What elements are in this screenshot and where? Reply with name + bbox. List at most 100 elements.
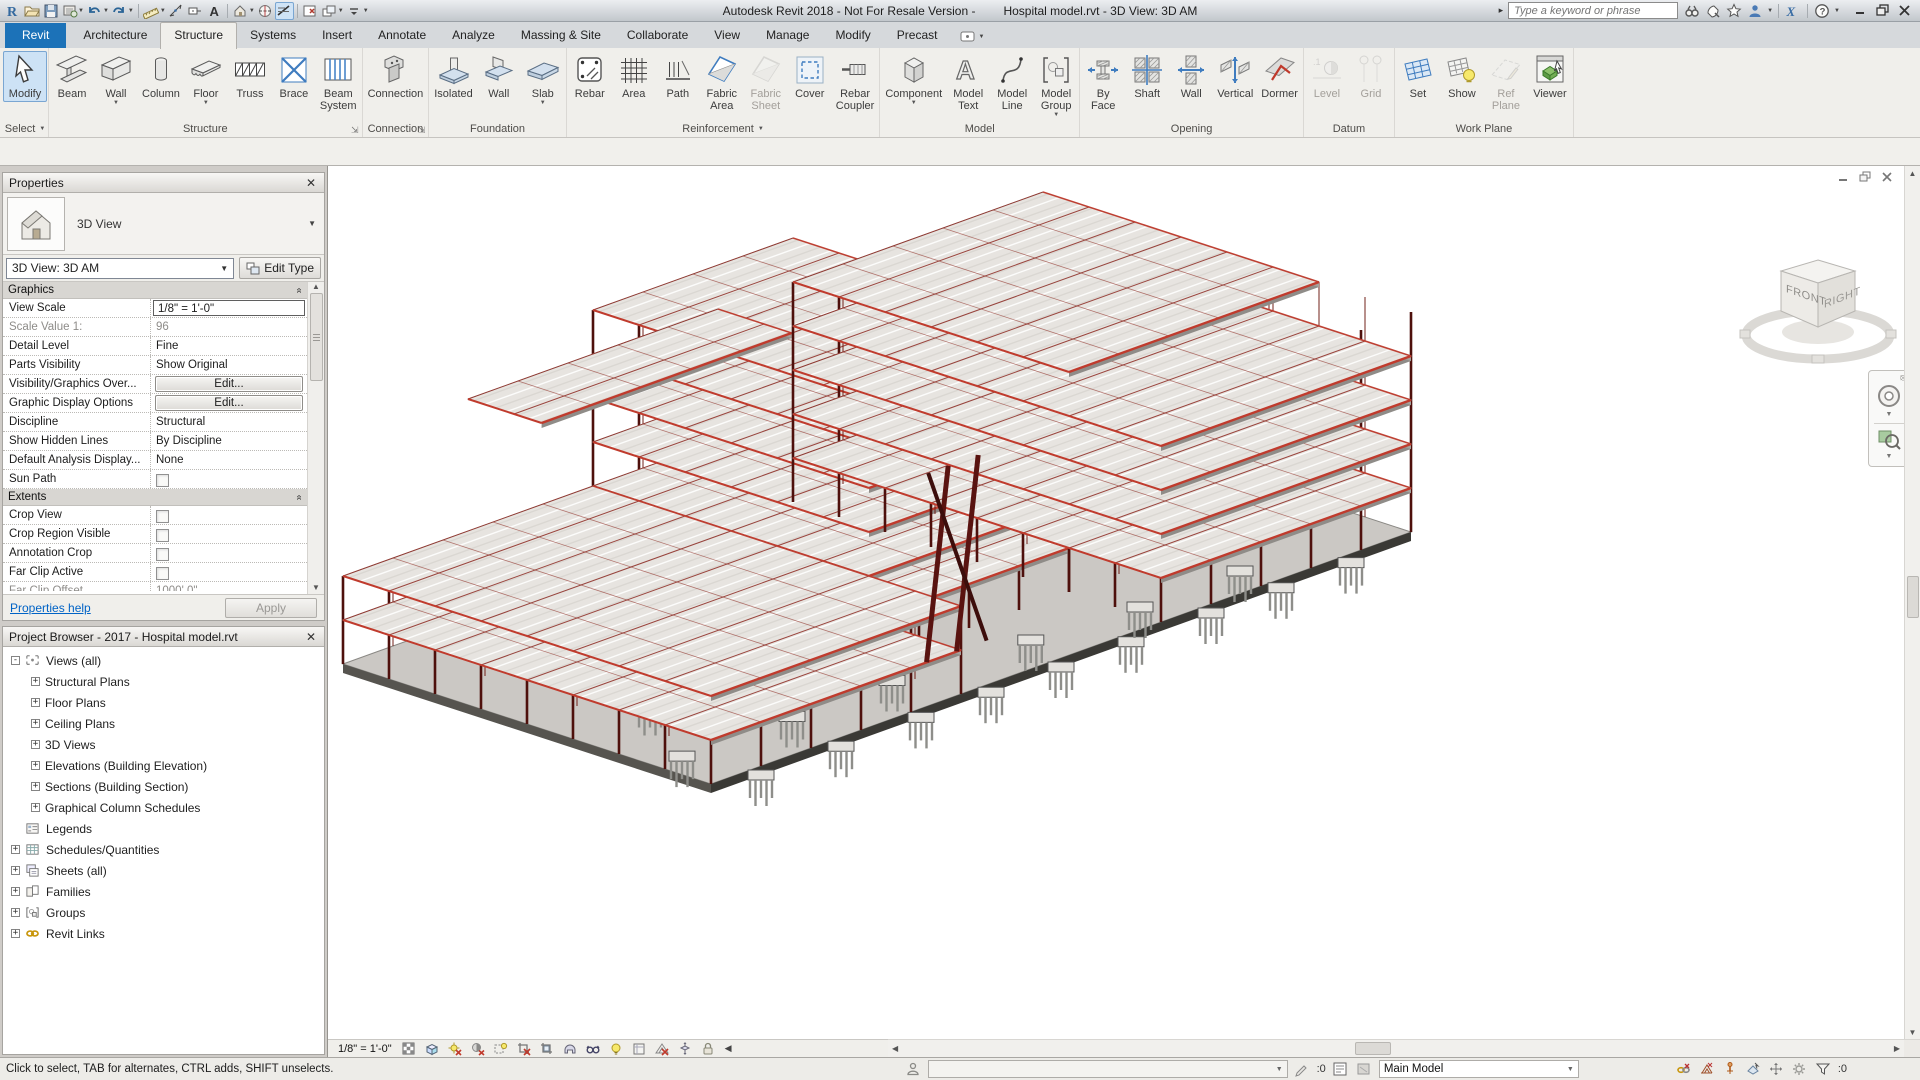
scrollbar-thumb[interactable]: [310, 293, 323, 381]
expand-toggle[interactable]: +: [31, 719, 40, 728]
cover-button[interactable]: Cover: [788, 51, 832, 102]
property-value[interactable]: Structural: [151, 413, 307, 431]
tree-item-revit-links[interactable]: +Revit Links: [3, 923, 324, 944]
expand-toggle[interactable]: +: [11, 929, 20, 938]
close-icon[interactable]: ✕: [304, 176, 318, 190]
floor-button[interactable]: Floor▼: [184, 51, 228, 109]
shadows-off-icon[interactable]: [467, 1040, 490, 1057]
customize-qat-icon[interactable]: [345, 2, 364, 20]
tree-item-structural-plans[interactable]: +Structural Plans: [3, 671, 324, 692]
open-file-icon[interactable]: [22, 2, 41, 20]
chevron-down-icon[interactable]: ▼: [128, 8, 134, 14]
column-button[interactable]: Column: [138, 51, 184, 102]
property-value[interactable]: By Discipline: [151, 432, 307, 450]
tree-item-ceiling-plans[interactable]: +Ceiling Plans: [3, 713, 324, 734]
edit-button[interactable]: Edit...: [155, 376, 303, 392]
view-cube[interactable]: FRONT RIGHT: [1732, 238, 1904, 370]
filter-icon[interactable]: [1814, 1061, 1833, 1078]
property-value[interactable]: None: [151, 451, 307, 469]
beam-system-button[interactable]: BeamSystem: [316, 51, 361, 114]
beam-button[interactable]: Beam: [50, 51, 94, 102]
properties-scrollbar[interactable]: ▲ ▼: [307, 282, 324, 594]
scroll-left-icon[interactable]: ◀: [888, 1044, 902, 1053]
select-underlay-toggle-icon[interactable]: [1698, 1061, 1717, 1078]
connection-button[interactable]: Connection: [364, 51, 428, 102]
dialog-launcher-icon[interactable]: ⇲: [351, 126, 359, 135]
expand-toggle[interactable]: +: [31, 740, 40, 749]
drawing-area[interactable]: FRONT RIGHT ⦻ ▼ ▼ ▲ ▼: [327, 166, 1920, 1057]
help-icon[interactable]: ?: [1813, 2, 1831, 20]
show-rendering-dialog-icon[interactable]: [559, 1040, 582, 1057]
brace-button[interactable]: Brace: [272, 51, 316, 102]
view-scale-button[interactable]: 1/8" = 1'-0": [333, 1043, 397, 1055]
exchange-apps-icon[interactable]: X: [1784, 2, 1802, 20]
default-3d-view-icon[interactable]: [231, 2, 250, 20]
sign-in-person-icon[interactable]: [1746, 2, 1764, 20]
measure-icon[interactable]: [142, 2, 161, 20]
viewer-button[interactable]: Viewer: [1528, 51, 1572, 102]
checkbox[interactable]: [156, 567, 169, 580]
drag-on-selection-toggle-icon[interactable]: [1767, 1061, 1786, 1078]
active-workset-dropdown[interactable]: ▼: [928, 1060, 1288, 1078]
expand-toggle[interactable]: +: [31, 677, 40, 686]
zoom-region-icon[interactable]: [1877, 427, 1901, 451]
panel-label[interactable]: Select▼: [3, 120, 47, 137]
close-hidden-windows-icon[interactable]: [301, 2, 320, 20]
horizontal-scrollbar[interactable]: ◀ ▶: [888, 1039, 1904, 1057]
tab-insert[interactable]: Insert: [309, 23, 365, 48]
tag-by-category-icon[interactable]: [186, 2, 205, 20]
text-icon[interactable]: A: [205, 2, 224, 20]
set-button[interactable]: Set: [1396, 51, 1440, 102]
scroll-right-icon[interactable]: ▶: [1890, 1044, 1904, 1053]
checkbox[interactable]: [156, 474, 169, 487]
tree-item-families[interactable]: +Families: [3, 881, 324, 902]
favorites-star-icon[interactable]: [1725, 2, 1743, 20]
crop-view-off-icon[interactable]: [513, 1040, 536, 1057]
steering-wheel-icon[interactable]: [1876, 383, 1902, 409]
rebar-button[interactable]: Rebar: [568, 51, 612, 102]
selection-settings-gear-icon[interactable]: [1790, 1061, 1809, 1078]
property-value[interactable]: Show Original: [151, 356, 307, 374]
section-header-graphics[interactable]: Graphics»: [3, 282, 307, 299]
tab-structure[interactable]: Structure: [160, 22, 237, 49]
active-only-icon[interactable]: [1355, 1061, 1374, 1078]
close-button[interactable]: [1895, 2, 1915, 20]
project-browser-header[interactable]: Project Browser - 2017 - Hospital model.…: [3, 627, 324, 647]
checkbox[interactable]: [156, 529, 169, 542]
component-button[interactable]: Component▼: [881, 51, 946, 109]
properties-header[interactable]: Properties ✕: [3, 173, 324, 193]
fabric-area-button[interactable]: FabricArea: [700, 51, 744, 114]
tree-item-elevations-building-elevation-[interactable]: +Elevations (Building Elevation): [3, 755, 324, 776]
expand-toggle[interactable]: +: [31, 782, 40, 791]
isolated-button[interactable]: Isolated: [430, 51, 477, 102]
tree-item-graphical-column-schedules[interactable]: +Graphical Column Schedules: [3, 797, 324, 818]
sun-settings-icon[interactable]: [490, 1040, 513, 1057]
checkbox[interactable]: [156, 548, 169, 561]
temporary-hide-isolate-icon[interactable]: [582, 1040, 605, 1057]
section-icon[interactable]: [256, 2, 275, 20]
reveal-hidden-elements-icon[interactable]: [605, 1040, 628, 1057]
rebar-coupler-button[interactable]: RebarCoupler: [832, 51, 879, 114]
editable-only-icon[interactable]: [1293, 1061, 1312, 1078]
visual-style-icon[interactable]: [421, 1040, 444, 1057]
wall-button[interactable]: Wall: [1169, 51, 1213, 102]
tree-item-views-all-[interactable]: -Views (all): [3, 650, 324, 671]
sync-with-central-icon[interactable]: [60, 2, 79, 20]
switch-windows-icon[interactable]: [320, 2, 339, 20]
scroll-down-icon[interactable]: ▼: [1909, 1025, 1917, 1039]
hide-analytical-model-icon[interactable]: [651, 1040, 674, 1057]
displacement-sets-icon[interactable]: [674, 1040, 697, 1057]
by-face-button[interactable]: ByFace: [1081, 51, 1125, 114]
tab-manage[interactable]: Manage: [753, 23, 822, 48]
scrollbar-thumb[interactable]: [1355, 1042, 1391, 1055]
detail-level-icon[interactable]: [398, 1040, 421, 1057]
view-close-icon[interactable]: [1881, 171, 1896, 184]
vertical-button[interactable]: Vertical: [1213, 51, 1257, 102]
collapse-left-icon[interactable]: ◀: [721, 1043, 736, 1054]
tree-item-legends[interactable]: Legends: [3, 818, 324, 839]
chevron-down-icon[interactable]: ▼: [338, 8, 344, 14]
property-value[interactable]: 1000' 0": [151, 582, 307, 591]
scrollbar-thumb[interactable]: [1907, 576, 1919, 618]
chevron-down-icon[interactable]: ▼: [1886, 411, 1893, 418]
select-by-face-toggle-icon[interactable]: [1744, 1061, 1763, 1078]
